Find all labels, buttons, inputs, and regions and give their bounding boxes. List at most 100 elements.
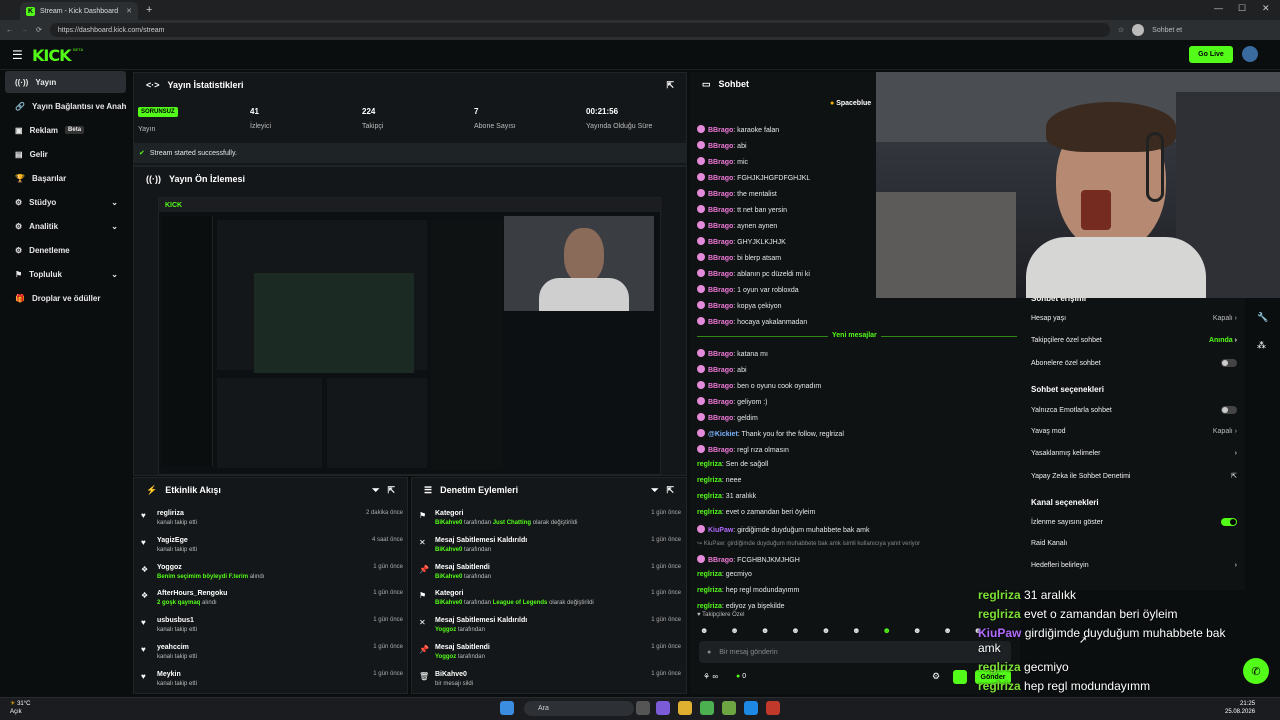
chat-username[interactable]: BBrago [708, 143, 733, 150]
popout-icon[interactable]: ⇱ [387, 485, 395, 496]
toggle-switch[interactable] [1221, 518, 1237, 526]
sidebar-item-denetleme[interactable]: ⚙ Denetleme [5, 239, 126, 261]
user-badge-icon [697, 365, 705, 373]
sidebar-item-yayin[interactable]: ((·)) Yayın [5, 71, 126, 93]
maximize-icon[interactable]: ☐ [1238, 3, 1246, 14]
sidebar-item-gelir[interactable]: ▤ Gelir [5, 143, 126, 165]
chat-username[interactable]: BBrago [708, 447, 733, 454]
back-icon[interactable]: ← [6, 27, 13, 34]
new-tab-icon[interactable]: + [146, 4, 152, 16]
wrench-icon[interactable]: 🔧 [1257, 312, 1268, 323]
popout-icon[interactable]: ⇱ [666, 485, 674, 496]
sidebar-item-basarilar[interactable]: 🏆 Başarılar [5, 167, 126, 189]
popout-icon[interactable]: ⇱ [666, 80, 674, 91]
chat-username[interactable]: BBrago [708, 415, 733, 422]
chat-username[interactable]: BBrago [708, 383, 733, 390]
settings-row-slow-mode[interactable]: Yavaş mod Kapalı › [1031, 428, 1237, 435]
chat-username[interactable]: reglriza [697, 461, 722, 468]
sidebar-item-reklam[interactable]: ▣ Reklam Beta [5, 119, 126, 141]
forward-icon[interactable]: → [21, 27, 28, 34]
chat-username[interactable]: reglriza [697, 509, 722, 516]
chat-username[interactable]: reglriza [697, 603, 722, 610]
reload-icon[interactable]: ⟳ [36, 26, 42, 34]
widget-icon[interactable]: ⁂ [1257, 340, 1266, 351]
settings-row-account-age[interactable]: Hesap yaşı Kapalı › [1031, 315, 1237, 322]
copilot-label[interactable]: Sohbet et [1152, 27, 1182, 34]
settings-gear-icon[interactable]: ⚙ [932, 671, 940, 682]
sidebar-item-stream-key[interactable]: 🔗Yayın Bağlantısı ve Anahtar [5, 95, 126, 117]
chat-input[interactable]: ● Bir mesaj gönderin [699, 641, 1011, 663]
settings-row-subs-only[interactable]: Abonelere özel sohbet [1031, 359, 1237, 367]
settings-row-banned-words[interactable]: Yasaklanmış kelimeler › [1031, 450, 1237, 457]
weather-widget[interactable]: ☀ 31°C Açık [10, 700, 30, 716]
chat-username[interactable]: BBrago [708, 287, 733, 294]
chat-username[interactable]: BBrago [708, 557, 733, 564]
settings-row-goals[interactable]: Hedefleri belirleyin › [1031, 562, 1237, 569]
emote-bar[interactable]: ☻ ☻ ☻ ☻ ☻ ☻ ☻ ☻ ☻ ☻ [700, 626, 1000, 638]
chat-text: FGHJKJHGFDFGHJKL [737, 175, 811, 182]
settings-row-emote-only[interactable]: Yalnızca Emotlarla sohbet [1031, 406, 1237, 414]
chat-username[interactable]: BBrago [708, 175, 733, 182]
chat-username[interactable]: reglriza [697, 477, 722, 484]
minimize-icon[interactable]: — [1214, 3, 1223, 13]
chat-username[interactable]: BBrago [708, 127, 733, 134]
sidebar-item-topluluk[interactable]: ⚑ Topluluk ⌄ [5, 263, 126, 285]
minecraft-icon[interactable] [722, 701, 736, 715]
user-avatar[interactable] [1242, 46, 1258, 62]
settings-row-ai-moderation[interactable]: Yapay Zeka ile Sohbet Denetimi ⇱ [1031, 472, 1237, 481]
kick-logo[interactable]: KICK [32, 46, 71, 65]
chat-username[interactable]: BBrago [708, 319, 733, 326]
chat-username[interactable]: @Kickiet [708, 431, 738, 438]
star-icon[interactable]: ☆ [1118, 26, 1124, 34]
chat-username[interactable]: BBrago [708, 223, 733, 230]
filter-icon[interactable]: ⏷ [651, 485, 658, 496]
browser-tab[interactable]: K Stream - Kick Dashboard ✕ [20, 2, 138, 20]
chat-username[interactable]: BBrago [708, 239, 733, 246]
sidebar-item-droplar[interactable]: 🎁 Droplar ve ödüller [5, 287, 126, 309]
profile-avatar[interactable] [1132, 24, 1145, 36]
chat-username[interactable]: reglriza [697, 587, 722, 594]
settings-row-show-viewcount[interactable]: İzlenme sayısını göster [1031, 518, 1237, 526]
points-icon[interactable]: ⚘ ∞ [703, 672, 718, 681]
chat-username[interactable]: BBrago [708, 399, 733, 406]
start-icon[interactable] [500, 701, 514, 715]
kick-emote-button[interactable] [953, 670, 967, 684]
chat-username[interactable]: BBrago [708, 367, 733, 374]
chat-username[interactable]: BBrago [708, 207, 733, 214]
app-icon[interactable] [656, 701, 670, 715]
chat-username[interactable]: KiuPaw [708, 527, 733, 534]
chat-username[interactable]: BBrago [708, 191, 733, 198]
activity-row: ♥ YagizEge kanalı takip etti 4 saat önce [141, 537, 403, 553]
sidebar-item-studyo[interactable]: ⚙ Stüdyo ⌄ [5, 191, 126, 213]
settings-row-followers-only[interactable]: Takipçilere özel sohbet Anında › [1031, 337, 1237, 344]
taskbar-search[interactable]: Ara [524, 701, 634, 716]
close-tab-icon[interactable]: ✕ [126, 7, 132, 15]
menu-icon[interactable]: ☰ [12, 48, 23, 62]
pinned-user[interactable]: ● Spaceblue [830, 100, 871, 107]
settings-row-raid[interactable]: Raid Kanalı [1031, 540, 1237, 547]
chat-username[interactable]: reglriza [697, 571, 722, 578]
chat-username[interactable]: BBrago [708, 303, 733, 310]
toggle-switch[interactable] [1221, 359, 1237, 367]
taskview-icon[interactable] [636, 701, 650, 715]
stream-preview-video[interactable]: KICK [158, 197, 662, 475]
obs-icon[interactable] [766, 701, 780, 715]
success-banner: ✔ Stream started successfully. [133, 143, 687, 163]
taskbar-clock[interactable]: 21:25 25.08.2026 [1225, 700, 1255, 716]
chat-username[interactable]: BBrago [708, 351, 733, 358]
support-chat-button[interactable]: ✆ [1243, 658, 1269, 684]
chat-username[interactable]: BBrago [708, 255, 733, 262]
explorer-icon[interactable] [678, 701, 692, 715]
close-window-icon[interactable]: ✕ [1262, 3, 1270, 14]
toggle-switch[interactable] [1221, 406, 1237, 414]
chat-username[interactable]: BBrago [708, 159, 733, 166]
go-live-button[interactable]: Go Live [1189, 46, 1233, 63]
edge-icon[interactable] [744, 701, 758, 715]
chat-username[interactable]: reglriza [697, 493, 722, 500]
url-input[interactable]: https://dashboard.kick.com/stream [49, 23, 1110, 37]
chat-message: BBrago: bi blerp atsam [697, 253, 781, 262]
app-icon[interactable] [700, 701, 714, 715]
filter-icon[interactable]: ⏷ [372, 485, 379, 496]
sidebar-item-analitik[interactable]: ⚙ Analitik ⌄ [5, 215, 126, 237]
chat-username[interactable]: BBrago [708, 271, 733, 278]
